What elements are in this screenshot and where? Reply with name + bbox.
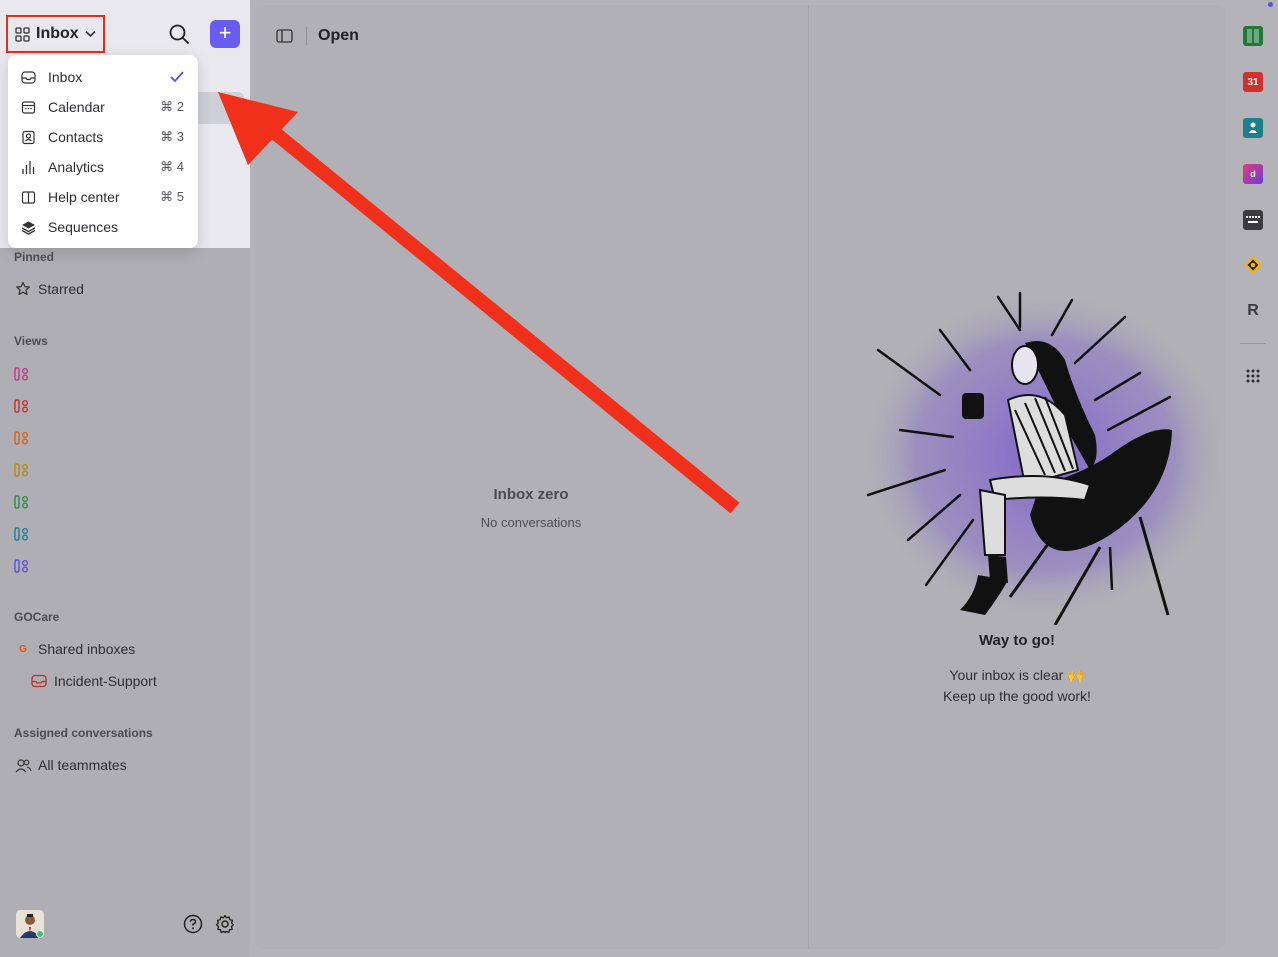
grid-icon — [15, 26, 30, 42]
view-icon[interactable] — [14, 367, 32, 381]
view-icon[interactable] — [14, 495, 32, 509]
sidebar-item-all-teammates[interactable]: All teammates — [14, 755, 127, 775]
inbox-zero-illustration — [860, 290, 1220, 625]
dropdown-item-contacts[interactable]: Contacts ⌘ 3 — [8, 122, 198, 152]
inbox-tray-icon — [30, 672, 48, 690]
calendar-day-number: 31 — [1247, 76, 1259, 88]
sidebar-item-label: Starred — [38, 281, 84, 297]
more-apps-icon[interactable] — [1243, 366, 1263, 386]
app-switcher-button[interactable]: Inbox — [6, 15, 105, 53]
empty-state-subtitle: No conversations — [480, 515, 582, 530]
congrats-title: Way to go! — [978, 632, 1056, 649]
sidebar-item-label: All teammates — [38, 757, 127, 773]
sidebar: Inbox + Inbox Calendar ⌘ 2 Contacts ⌘ 3 … — [0, 0, 250, 957]
calendar-app-icon[interactable]: 31 — [1243, 72, 1263, 92]
sidebar-item-label: Shared inboxes — [38, 641, 136, 657]
dialpad-app-icon[interactable]: d — [1243, 164, 1263, 184]
assigned-section-title: Assigned conversations — [14, 726, 153, 740]
main-panel: Open Inbox zero No conversations Way to … — [254, 5, 1226, 949]
views-section-title: Views — [14, 334, 48, 348]
shortcut-label: ⌘ 5 — [160, 189, 184, 204]
search-icon[interactable] — [168, 23, 190, 45]
r-app-icon[interactable]: R — [1243, 301, 1263, 321]
congrats-subtitle-2: Keep up the good work! — [943, 688, 1091, 704]
congrats-subtitle: Your inbox is clear 🙌 — [949, 667, 1085, 683]
sidebar-item-starred[interactable]: Starred — [14, 279, 84, 299]
title-divider — [306, 27, 307, 45]
contacts-app-icon[interactable] — [1243, 118, 1263, 138]
avatar[interactable] — [16, 910, 44, 938]
gocare-section-title: GOCare — [14, 610, 60, 624]
users-icon — [14, 756, 32, 774]
analytics-icon — [20, 159, 36, 175]
chevron-down-icon — [85, 30, 96, 38]
checkmark-icon — [170, 69, 184, 85]
contacts-icon — [20, 129, 36, 145]
dropdown-item-help-center[interactable]: Help center ⌘ 5 — [8, 182, 198, 212]
app-rail: 31 d R — [1232, 0, 1278, 957]
sidebar-item-shared-inboxes[interactable]: G Shared inboxes — [14, 639, 135, 659]
sheets-app-icon[interactable] — [1243, 26, 1263, 46]
inbox-icon — [20, 69, 36, 85]
dropdown-item-label: Calendar — [48, 99, 105, 115]
notification-dot — [1268, 2, 1273, 7]
book-icon — [20, 189, 36, 205]
calendar-icon — [20, 99, 36, 115]
empty-state-title: Inbox zero — [493, 486, 569, 503]
shortcut-label: ⌘ 4 — [160, 159, 184, 174]
dropdown-item-label: Help center — [48, 189, 120, 205]
rail-divider — [1240, 343, 1266, 344]
dropdown-item-label: Analytics — [48, 159, 105, 175]
dropdown-item-label: Sequences — [48, 219, 119, 235]
dropdown-item-inbox[interactable]: Inbox — [8, 62, 198, 92]
page-title: Open — [318, 27, 359, 44]
pane-divider — [808, 5, 809, 949]
view-icon[interactable] — [14, 463, 32, 477]
help-icon[interactable] — [183, 914, 203, 934]
dropdown-item-label: Inbox — [48, 69, 83, 85]
dropdown-item-sequences[interactable]: Sequences — [8, 212, 198, 242]
compose-button[interactable]: + — [210, 20, 240, 48]
online-status-dot — [36, 930, 44, 938]
sidebar-toggle-icon[interactable] — [276, 29, 293, 43]
view-icon[interactable] — [14, 431, 32, 445]
sidebar-item-incident-support[interactable]: Incident-Support — [30, 671, 157, 691]
integration-app-icon[interactable] — [1243, 255, 1263, 275]
shortcut-label: ⌘ 2 — [160, 99, 184, 114]
r-app-label: R — [1247, 302, 1259, 319]
app-switcher-label: Inbox — [36, 25, 79, 42]
dropdown-item-calendar[interactable]: Calendar ⌘ 2 — [8, 92, 198, 122]
pinned-section-title: Pinned — [14, 250, 55, 264]
view-icon[interactable] — [14, 527, 32, 541]
dropdown-item-label: Contacts — [48, 129, 104, 145]
view-icon[interactable] — [14, 399, 32, 413]
star-icon — [14, 280, 32, 298]
dropdown-item-analytics[interactable]: Analytics ⌘ 4 — [8, 152, 198, 182]
keyboard-app-icon[interactable] — [1243, 210, 1263, 230]
gocare-logo-icon: G — [19, 643, 27, 655]
layers-icon — [20, 219, 36, 235]
view-icon[interactable] — [14, 559, 32, 573]
app-switcher-dropdown: Inbox Calendar ⌘ 2 Contacts ⌘ 3 Analytic… — [8, 55, 198, 248]
gear-icon[interactable] — [215, 914, 235, 934]
sidebar-item-label: Incident-Support — [54, 673, 157, 689]
shortcut-label: ⌘ 3 — [160, 129, 184, 144]
